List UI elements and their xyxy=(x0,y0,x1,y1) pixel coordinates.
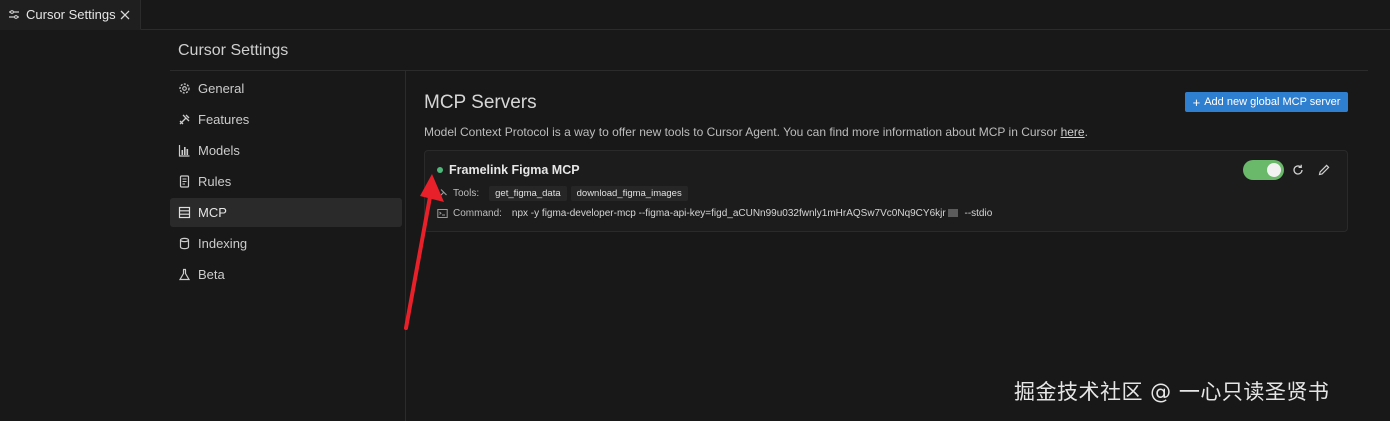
gear-icon xyxy=(178,82,191,95)
header-divider xyxy=(170,70,1368,71)
tab-bar: Cursor Settings xyxy=(0,0,1390,30)
mcp-servers-title: MCP Servers xyxy=(424,92,537,113)
add-button-label: Add new global MCP server xyxy=(1204,96,1341,108)
database-icon xyxy=(178,237,191,250)
redaction-block xyxy=(947,209,958,218)
server-name: Framelink Figma MCP xyxy=(449,163,580,177)
tool-chip: get_figma_data xyxy=(489,186,567,201)
settings-sliders-icon xyxy=(8,9,20,21)
sidebar-item-label: Features xyxy=(198,112,250,127)
tools-row: Tools: get_figma_data download_figma_ima… xyxy=(437,186,688,201)
tab-label: Cursor Settings xyxy=(26,7,116,22)
settings-sidebar: General Features Models Rules MCP Indexi… xyxy=(170,74,402,291)
server-enable-toggle[interactable] xyxy=(1243,160,1284,180)
toggle-knob xyxy=(1267,163,1281,177)
add-global-mcp-server-button[interactable]: + Add new global MCP server xyxy=(1185,92,1348,112)
command-suffix: --stdio xyxy=(964,208,993,219)
mcp-description: Model Context Protocol is a way to offer… xyxy=(424,125,1088,139)
sidebar-item-mcp[interactable]: MCP xyxy=(170,198,402,227)
tools-label: Tools: xyxy=(453,188,480,199)
sidebar-item-general[interactable]: General xyxy=(170,74,402,103)
plus-icon: + xyxy=(1192,94,1201,110)
command-label: Command: xyxy=(453,208,502,219)
command-prefix: npx -y figma-developer-mcp --figma-api-k… xyxy=(511,208,946,219)
sidebar-item-rules[interactable]: Rules xyxy=(170,167,402,196)
watermark: 掘金技术社区 @ 一心只读圣贤书 xyxy=(1014,380,1330,404)
description-end: . xyxy=(1084,125,1088,139)
close-icon[interactable] xyxy=(119,9,131,21)
document-icon xyxy=(178,175,191,188)
mcp-server-card: Framelink Figma MCP Tools: get_figma_dat… xyxy=(424,150,1348,232)
description-link-here[interactable]: here xyxy=(1061,125,1085,139)
sidebar-item-features[interactable]: Features xyxy=(170,105,402,134)
sidebar-item-indexing[interactable]: Indexing xyxy=(170,229,402,258)
sidebar-item-label: Rules xyxy=(198,174,232,189)
sidebar-item-label: MCP xyxy=(198,205,227,220)
tool-chip: download_figma_images xyxy=(570,186,688,201)
server-icon xyxy=(178,206,191,219)
refresh-icon[interactable] xyxy=(1291,163,1305,177)
tab-cursor-settings[interactable]: Cursor Settings xyxy=(0,0,141,30)
edit-pencil-icon[interactable] xyxy=(1317,163,1331,177)
bar-chart-icon xyxy=(178,144,191,157)
page-title: Cursor Settings xyxy=(178,42,289,59)
tools-icon xyxy=(178,113,191,126)
flask-icon xyxy=(178,268,191,281)
description-text: Model Context Protocol is a way to offer… xyxy=(424,125,1061,139)
sidebar-item-label: Beta xyxy=(198,267,225,282)
sidebar-item-label: General xyxy=(198,81,245,96)
command-value: npx -y figma-developer-mcp --figma-api-k… xyxy=(512,208,992,219)
sidebar-item-label: Models xyxy=(198,143,240,158)
sidebar-item-beta[interactable]: Beta xyxy=(170,260,402,289)
annotation-arrow-icon xyxy=(404,174,444,330)
command-row: Command: npx -y figma-developer-mcp --fi… xyxy=(437,208,992,219)
sidebar-item-label: Indexing xyxy=(198,236,248,251)
sidebar-item-models[interactable]: Models xyxy=(170,136,402,165)
